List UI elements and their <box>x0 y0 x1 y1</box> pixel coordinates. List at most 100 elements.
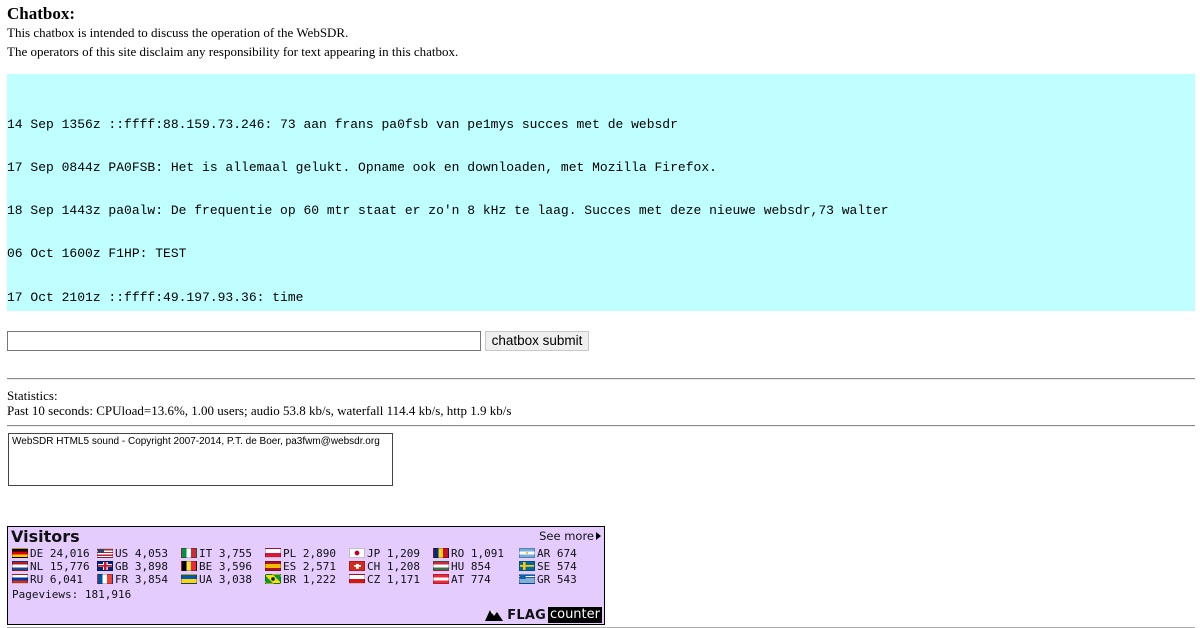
country-code: RO <box>451 547 465 560</box>
country-count: 854 <box>470 560 491 573</box>
country-code: US <box>115 547 129 560</box>
country-entry-fr: FR 3,854 <box>97 573 168 586</box>
gr-flag-icon <box>519 574 535 584</box>
country-entry-ua: UA 3,038 <box>181 573 252 586</box>
country-entry-ru: RU 6,041 <box>12 573 83 586</box>
ro-flag-icon <box>433 548 449 558</box>
country-code: BE <box>199 560 213 573</box>
see-more-label: See more <box>539 529 594 543</box>
country-entry-at: AT 774 <box>433 573 491 586</box>
country-code: DE <box>30 547 44 560</box>
country-count: 1,091 <box>470 547 504 560</box>
country-code: FR <box>115 573 129 586</box>
us-flag-icon <box>97 548 113 558</box>
see-more-link[interactable]: See more <box>539 529 601 543</box>
country-entry-pl: PL 2,890 <box>265 547 336 560</box>
ar-flag-icon <box>519 548 535 558</box>
country-code: PL <box>283 547 297 560</box>
country-code: CH <box>367 560 381 573</box>
country-code: GB <box>115 560 129 573</box>
country-count: 3,898 <box>134 560 168 573</box>
flag-counter-logo-counter: counter <box>547 607 602 623</box>
arrow-right-icon <box>596 532 601 540</box>
chat-message: 18 Sep 1443z pa0alw: De frequentie op 60… <box>7 203 889 219</box>
country-entry-es: ES 2,571 <box>265 560 336 573</box>
country-entry-it: IT 3,755 <box>181 547 252 560</box>
country-entry-nl: NL 15,776 <box>12 560 90 573</box>
country-count: 774 <box>470 573 491 586</box>
chatbox-messages: 14 Sep 1356z ::ffff:88.159.73.246: 73 aa… <box>7 74 1195 311</box>
country-count: 1,208 <box>386 560 420 573</box>
country-count: 3,596 <box>218 560 252 573</box>
country-entry-ro: RO 1,091 <box>433 547 504 560</box>
statistics-line: Past 10 seconds: CPUload=13.6%, 1.00 use… <box>7 403 512 418</box>
gb-flag-icon <box>97 561 113 571</box>
country-entry-jp: JP 1,209 <box>349 547 420 560</box>
divider <box>7 425 1195 427</box>
country-entry-hu: HU 854 <box>433 560 491 573</box>
country-count: 3,755 <box>218 547 252 560</box>
cz-flag-icon <box>349 574 365 584</box>
country-count: 6,041 <box>49 573 83 586</box>
country-count: 2,571 <box>302 560 336 573</box>
br-flag-icon <box>265 574 281 584</box>
country-code: GR <box>537 573 551 586</box>
at-flag-icon <box>433 574 449 584</box>
country-code: BR <box>283 573 297 586</box>
chatbox-input[interactable] <box>7 331 481 351</box>
country-count: 24,016 <box>49 547 90 560</box>
country-count: 1,171 <box>386 573 420 586</box>
country-count: 3,854 <box>134 573 168 586</box>
chatbox-submit-button[interactable]: chatbox submit <box>485 331 589 351</box>
nl-flag-icon <box>12 561 28 571</box>
country-entry-ar: AR 674 <box>519 547 577 560</box>
country-count: 1,209 <box>386 547 420 560</box>
flag-counter-icon <box>485 610 504 621</box>
country-code: ES <box>283 560 297 573</box>
country-code: IT <box>199 547 213 560</box>
de-flag-icon <box>12 548 28 558</box>
country-entry-cz: CZ 1,171 <box>349 573 420 586</box>
flag-counter-logo-flag: FLAG <box>507 607 546 623</box>
statistics-heading: Statistics: <box>7 388 58 403</box>
country-entry-be: BE 3,596 <box>181 560 252 573</box>
visitors-title: Visitors <box>11 527 80 546</box>
chatbox-heading: Chatbox: <box>7 4 76 23</box>
chat-message: 06 Oct 1600z F1HP: TEST <box>7 246 187 262</box>
country-code: HU <box>451 560 465 573</box>
country-count: 4,053 <box>134 547 168 560</box>
chat-message: 17 Oct 2101z ::ffff:49.197.93.36: time <box>7 289 304 305</box>
sound-copyright-box: WebSDR HTML5 sound - Copyright 2007-2014… <box>8 433 393 486</box>
country-count: 574 <box>556 560 577 573</box>
hu-flag-icon <box>433 561 449 571</box>
chatbox-intro: This chatbox is intended to discuss the … <box>7 25 349 40</box>
country-count: 1,222 <box>302 573 336 586</box>
ru-flag-icon <box>12 574 28 584</box>
divider <box>7 378 1195 380</box>
country-code: AT <box>451 573 465 586</box>
pageviews-count: Pageviews: 181,916 <box>12 588 132 601</box>
country-count: 3,038 <box>218 573 252 586</box>
country-entry-us: US 4,053 <box>97 547 168 560</box>
chat-message: 17 Sep 0844z PA0FSB: Het is allemaal gel… <box>7 160 717 176</box>
country-entry-gb: GB 3,898 <box>97 560 168 573</box>
country-entry-gr: GR 543 <box>519 573 577 586</box>
country-count: 15,776 <box>49 560 90 573</box>
sound-copyright-text: WebSDR HTML5 sound - Copyright 2007-2014… <box>12 436 380 447</box>
it-flag-icon <box>181 548 197 558</box>
ch-flag-icon <box>349 561 365 571</box>
pl-flag-icon <box>265 548 281 558</box>
country-code: UA <box>199 573 213 586</box>
country-count: 674 <box>556 547 577 560</box>
country-entry-ch: CH 1,208 <box>349 560 420 573</box>
country-code: SE <box>537 560 551 573</box>
country-code: JP <box>367 547 381 560</box>
country-code: CZ <box>367 573 381 586</box>
flag-counter-logo[interactable]: FLAG counter <box>484 607 602 623</box>
es-flag-icon <box>265 561 281 571</box>
chatbox-disclaimer: The operators of this site disclaim any … <box>7 44 459 59</box>
flag-counter-widget[interactable]: Visitors See more DE 24,016 NL 15,776 RU 6… <box>7 526 605 625</box>
ua-flag-icon <box>181 574 197 584</box>
country-entry-de: DE 24,016 <box>12 547 90 560</box>
country-entry-br: BR 1,222 <box>265 573 336 586</box>
